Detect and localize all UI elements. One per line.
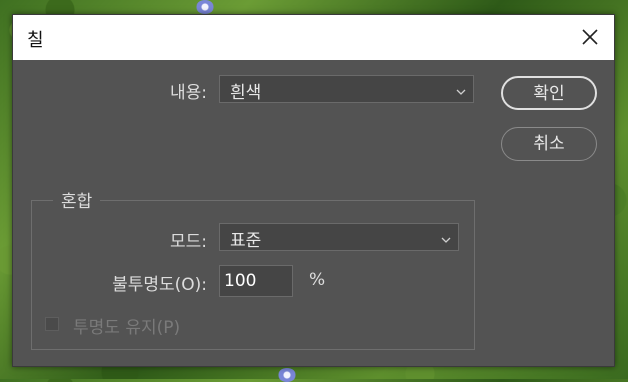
title-bar: 칠 [13,15,614,60]
mode-label: 모드: [169,232,207,252]
mode-select-value: 표준 [230,231,262,251]
background-flower [278,368,296,382]
mode-select[interactable]: 표준 [219,223,459,251]
ok-button[interactable]: 확인 [501,76,597,110]
blending-group-title: 혼합 [53,187,101,212]
fill-dialog: 칠 내용: 흰색 확인 취소 혼합 모드: 표준 불투명도(O): % 투명도 … [12,14,615,367]
preserve-transparency-label: 투명도 유지(P) [73,318,181,338]
dialog-title: 칠 [27,30,44,51]
opacity-label: 불투명도(O): [112,275,207,295]
chevron-down-icon [455,83,467,95]
preserve-transparency-checkbox[interactable] [45,317,59,331]
contents-label: 내용: [169,83,207,103]
cancel-button[interactable]: 취소 [501,127,597,161]
background-flower [196,0,214,14]
contents-select-value: 흰색 [230,83,262,103]
chevron-down-icon [440,231,452,243]
close-icon[interactable] [580,27,600,47]
opacity-input[interactable] [219,265,293,297]
opacity-unit: % [309,270,326,290]
contents-select[interactable]: 흰색 [219,75,474,103]
